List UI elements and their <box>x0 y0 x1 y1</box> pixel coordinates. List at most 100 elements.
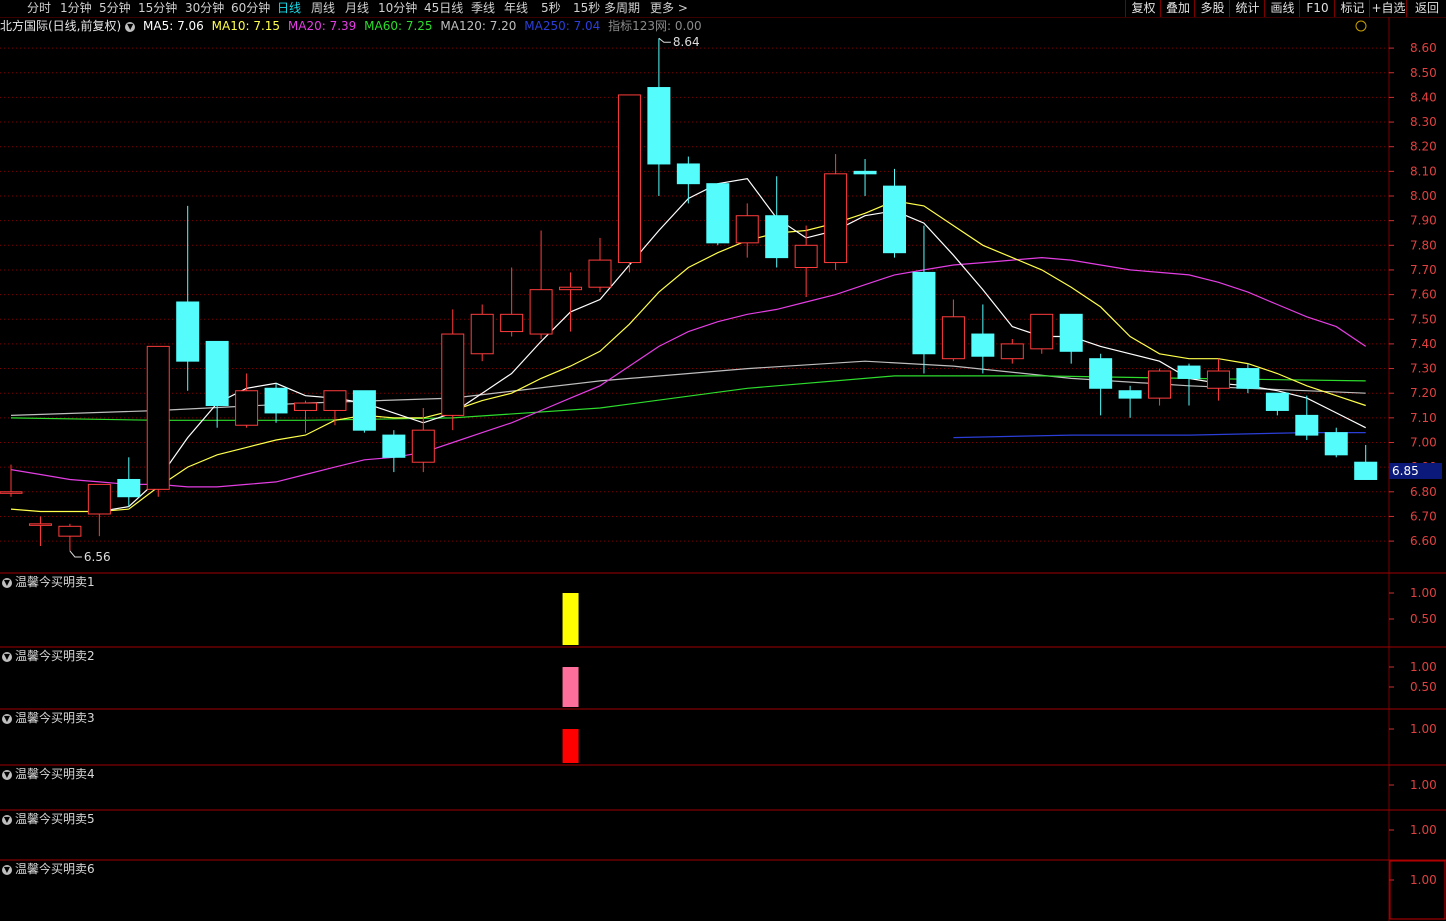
high-marker <box>658 37 671 43</box>
kline-chart[interactable]: 8.60 8.50 8.40 8.30 8.20 8.10 8.00 7.90 7.80 7.70… <box>0 0 1446 921</box>
low-price-label: 6.56 <box>84 550 111 564</box>
candle-down <box>352 390 376 431</box>
panel-axis-highlight <box>1389 860 1446 920</box>
panel-toggle-icon[interactable]: ▼ <box>2 577 12 588</box>
panel-tick-label: 0.50 <box>1410 612 1437 626</box>
panel-title: 温馨今买明卖2 <box>15 649 95 663</box>
candle-up <box>323 390 347 411</box>
y-tick-label: 8.60 <box>1410 41 1437 55</box>
y-tick-label: 7.50 <box>1410 312 1437 326</box>
candle-up <box>1206 370 1230 389</box>
indicator-panel-label-6[interactable]: ▼ 温馨今买明卖6 <box>2 861 95 877</box>
current-price-tag: 6.85 <box>1389 463 1442 479</box>
y-tick-label: 7.30 <box>1410 362 1437 376</box>
y-tick-label: 6.80 <box>1410 485 1437 499</box>
indicator-panel-label-1[interactable]: ▼ 温馨今买明卖1 <box>2 574 95 590</box>
candle-down <box>971 333 995 357</box>
indicator-panel-label-5[interactable]: ▼ 温馨今买明卖5 <box>2 811 95 827</box>
y-tick-label: 7.60 <box>1410 288 1437 302</box>
candle-down <box>853 170 877 175</box>
candle-up <box>735 215 759 244</box>
candle-up <box>500 313 524 333</box>
candle-up <box>1148 370 1172 399</box>
panel-tick-label: 1.00 <box>1410 778 1437 792</box>
indicator-panel-label-2[interactable]: ▼ 温馨今买明卖2 <box>2 648 95 664</box>
candle-up <box>559 286 583 291</box>
y-tick-label: 8.30 <box>1410 115 1437 129</box>
candle-down <box>264 387 288 414</box>
panel-title: 温馨今买明卖4 <box>15 767 95 781</box>
indicator-signal-bar <box>562 593 579 645</box>
y-tick-label: 7.00 <box>1410 436 1437 450</box>
candle-up <box>294 402 317 411</box>
candle-down <box>205 340 229 407</box>
candle-down <box>1354 461 1378 480</box>
candle-down <box>912 271 936 355</box>
indicator-panel-label-3[interactable]: ▼ 温馨今买明卖3 <box>2 710 95 726</box>
candle-up <box>87 483 111 515</box>
candle-down <box>647 87 671 165</box>
panel-title: 温馨今买明卖6 <box>15 862 95 876</box>
indicator-signal-bar <box>562 667 579 707</box>
y-tick-label: 8.10 <box>1410 164 1437 178</box>
panel-tick-label: 1.00 <box>1410 660 1437 674</box>
panel-toggle-icon[interactable]: ▼ <box>2 769 12 780</box>
candle-up <box>146 345 170 490</box>
candle-up <box>441 333 465 416</box>
candle-up <box>529 289 553 335</box>
panel-title: 温馨今买明卖5 <box>15 812 95 826</box>
candle-up <box>794 244 818 268</box>
indicator-signal-bar <box>562 729 579 763</box>
candle-down <box>1059 313 1083 352</box>
settings-circle-icon <box>1355 20 1367 32</box>
panel-toggle-icon[interactable]: ▼ <box>2 651 12 662</box>
panel-tick-label: 1.00 <box>1410 586 1437 600</box>
y-tick-label: 7.40 <box>1410 337 1437 351</box>
candle-down <box>676 163 700 185</box>
candle-up <box>470 313 494 355</box>
panel-toggle-icon[interactable]: ▼ <box>2 814 12 825</box>
y-tick-label: 8.20 <box>1410 140 1437 154</box>
candle-down <box>117 478 141 498</box>
y-tick-label: 7.70 <box>1410 263 1437 277</box>
candle-down <box>1265 392 1289 411</box>
panel-toggle-icon[interactable]: ▼ <box>2 713 12 724</box>
panel-tick-label: 1.00 <box>1410 823 1437 837</box>
y-tick-label: 7.80 <box>1410 238 1437 252</box>
ma5-line <box>99 178 1366 513</box>
candle-down <box>765 215 789 259</box>
indicator-panel-label-4[interactable]: ▼ 温馨今买明卖4 <box>2 766 95 782</box>
candle-up <box>235 390 259 426</box>
y-tick-label: 6.60 <box>1410 534 1437 548</box>
candle-up <box>824 173 848 264</box>
low-marker <box>69 550 82 558</box>
candle-down <box>1324 432 1348 456</box>
y-tick-label: 8.40 <box>1410 90 1437 104</box>
candle-up <box>28 523 52 526</box>
high-price-label: 8.64 <box>673 35 700 49</box>
candle-up <box>941 316 965 360</box>
panel-tick-label: 1.00 <box>1410 873 1437 887</box>
candle-up <box>0 491 23 494</box>
candle-up <box>617 94 641 264</box>
candle-down <box>1118 390 1142 399</box>
candle-down <box>1177 365 1201 379</box>
panel-tick-label: 0.50 <box>1410 680 1437 694</box>
candle-up <box>411 429 435 463</box>
panel-title: 温馨今买明卖3 <box>15 711 95 725</box>
y-tick-label: 7.10 <box>1410 411 1437 425</box>
y-tick-label: 7.90 <box>1410 214 1437 228</box>
candle-down <box>1295 414 1319 436</box>
candle-down <box>883 185 906 254</box>
y-tick-label: 8.50 <box>1410 66 1437 80</box>
panel-toggle-icon[interactable]: ▼ <box>2 864 12 875</box>
y-tick-label: 6.70 <box>1410 509 1437 523</box>
candle-down <box>1236 368 1260 389</box>
panel-title: 温馨今买明卖1 <box>15 575 95 589</box>
candle-up <box>58 525 82 537</box>
candle-down <box>706 183 730 244</box>
y-tick-label: 8.00 <box>1410 189 1437 203</box>
candle-up <box>1000 343 1024 360</box>
panel-tick-label: 1.00 <box>1410 722 1437 736</box>
candle-up <box>1030 313 1054 350</box>
